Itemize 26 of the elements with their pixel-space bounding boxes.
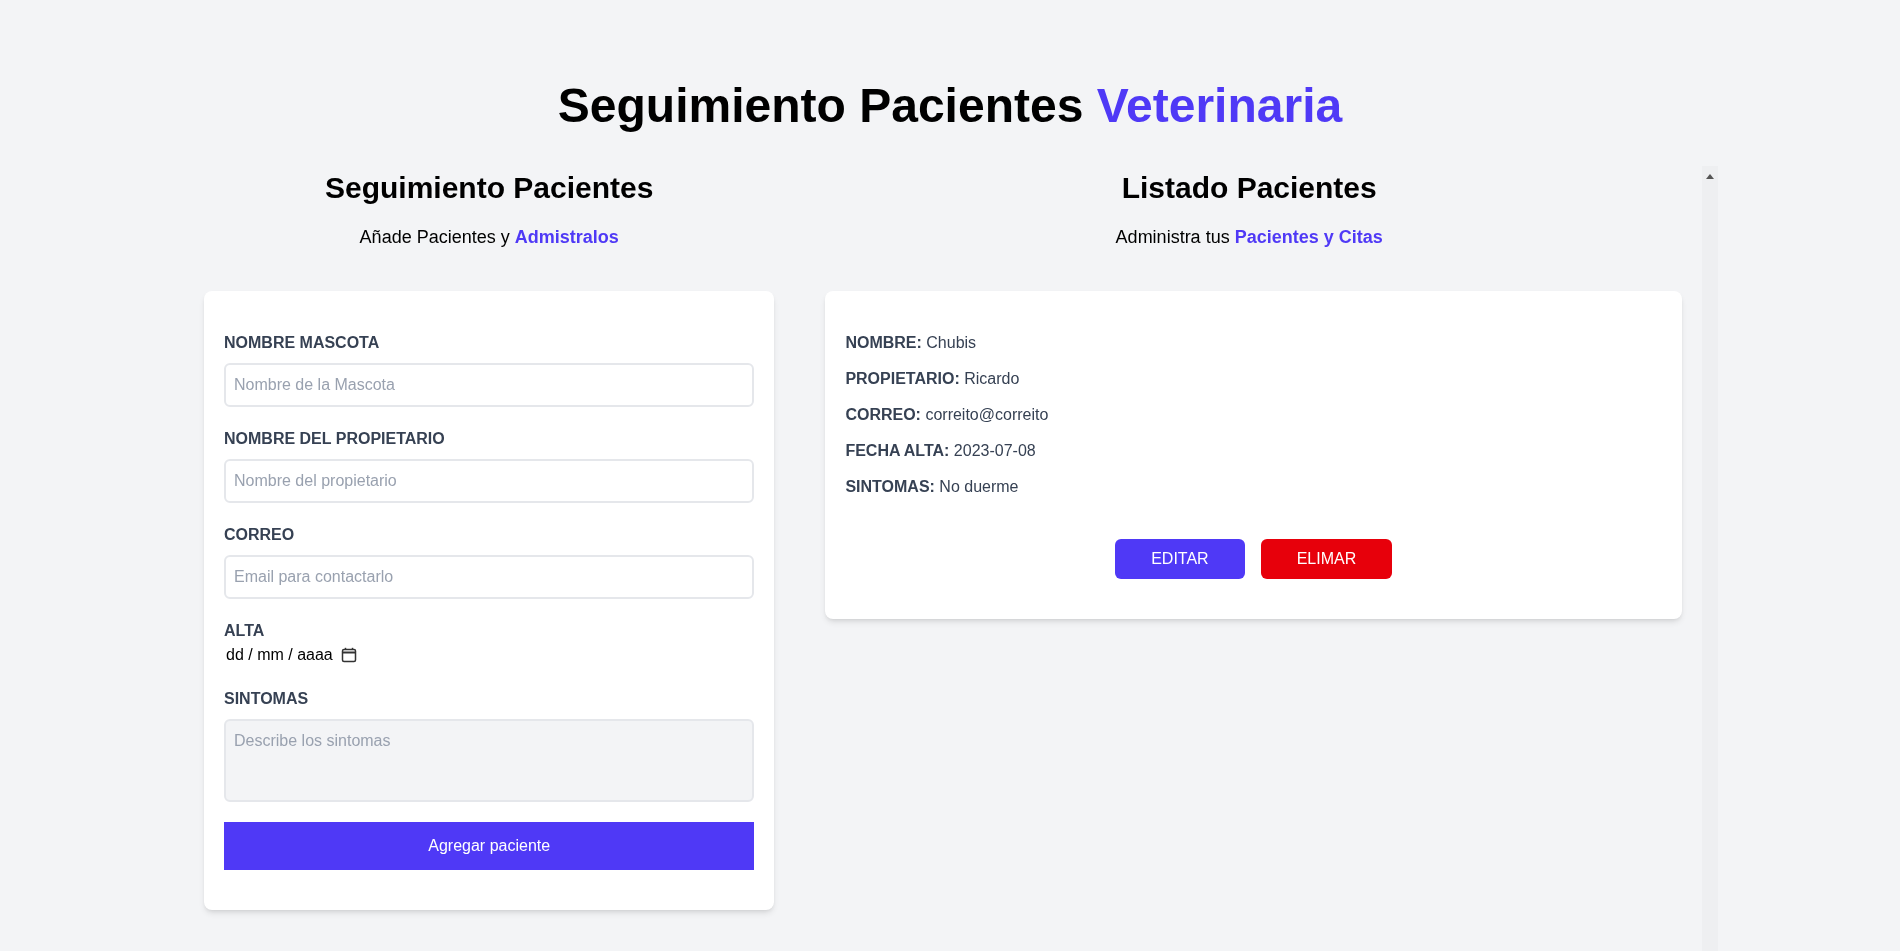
field-label: CORREO [224,525,296,545]
input-field[interactable]: Nombre del propietario [224,459,755,503]
date-field[interactable]: dd / mm / aaaa [224,643,359,667]
scrollbar[interactable] [1702,166,1718,951]
patient-detail: CORREO: correito@correito [845,405,1049,425]
patient-detail: FECHA ALTA: 2023-07-08 [845,441,1036,461]
patient-detail: PROPIETARIO: Ricardo [845,369,1020,389]
section-subtitle: Añade Pacientes y Admistralos [359,226,619,249]
input-field[interactable]: Nombre de la Mascota [224,363,755,407]
textarea-field[interactable]: Describe los sintomas [224,719,755,802]
delete-button[interactable]: ELIMAR [1260,539,1393,579]
scroll-up-arrow-icon[interactable] [1706,174,1714,179]
field-label: NOMBRE DEL PROPIETARIO [224,429,446,449]
page-title: Seguimiento Pacientes Veterinaria [557,82,1343,130]
section-heading: Listado Pacientes [1121,170,1377,206]
calendar-icon [340,647,357,663]
input-field[interactable]: Email para contactarlo [224,555,755,599]
patient-detail: NOMBRE: Chubis [845,333,977,353]
section-heading: Seguimiento Pacientes [324,170,654,206]
field-label: NOMBRE MASCOTA [224,333,381,353]
field-label: ALTA [224,621,266,641]
edit-button[interactable]: EDITAR [1115,539,1245,579]
submit-button[interactable]: Agregar paciente [224,822,755,870]
field-label: SINTOMAS [224,689,310,709]
patient-detail: SINTOMAS: No duerme [845,477,1019,497]
section-subtitle: Administra tus Pacientes y Citas [1115,226,1383,249]
